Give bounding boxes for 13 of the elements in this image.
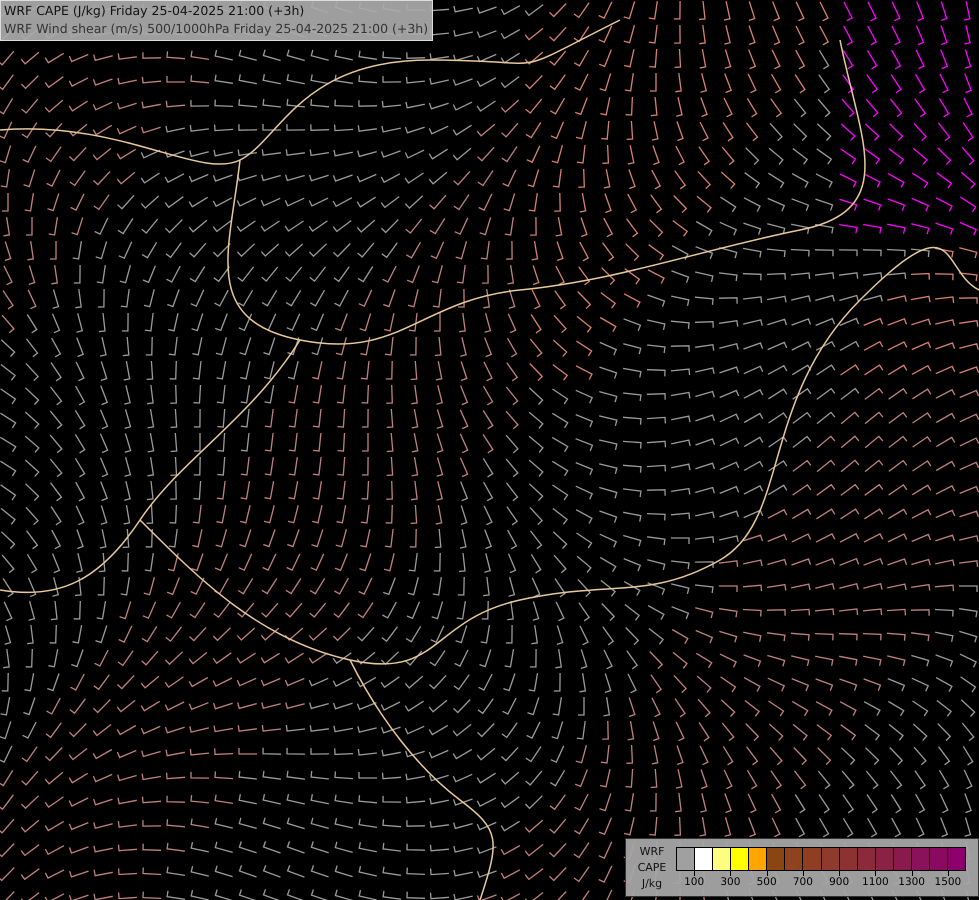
tick-label: 1500 [934,876,962,888]
tick-label: 100 [684,876,704,888]
legend-label: WRF [640,844,664,860]
tick-label: 500 [756,876,777,888]
map-title: WRF CAPE (J/kg) Friday 25-04-2025 21:00 (+3h) [4,2,306,20]
legend-label: CAPE [638,860,666,876]
tick-label: 1300 [898,876,925,888]
tick-label: 300 [720,876,740,888]
legend-label: J/kg [642,876,662,892]
map-title: WRF Wind shear (m/s) 500/1000hPa Friday 25-04-2025 21:00 (+3h) [4,20,428,38]
tick-label: 700 [792,876,813,888]
tick-label: 900 [829,876,850,888]
tick-label: 1100 [862,876,889,888]
